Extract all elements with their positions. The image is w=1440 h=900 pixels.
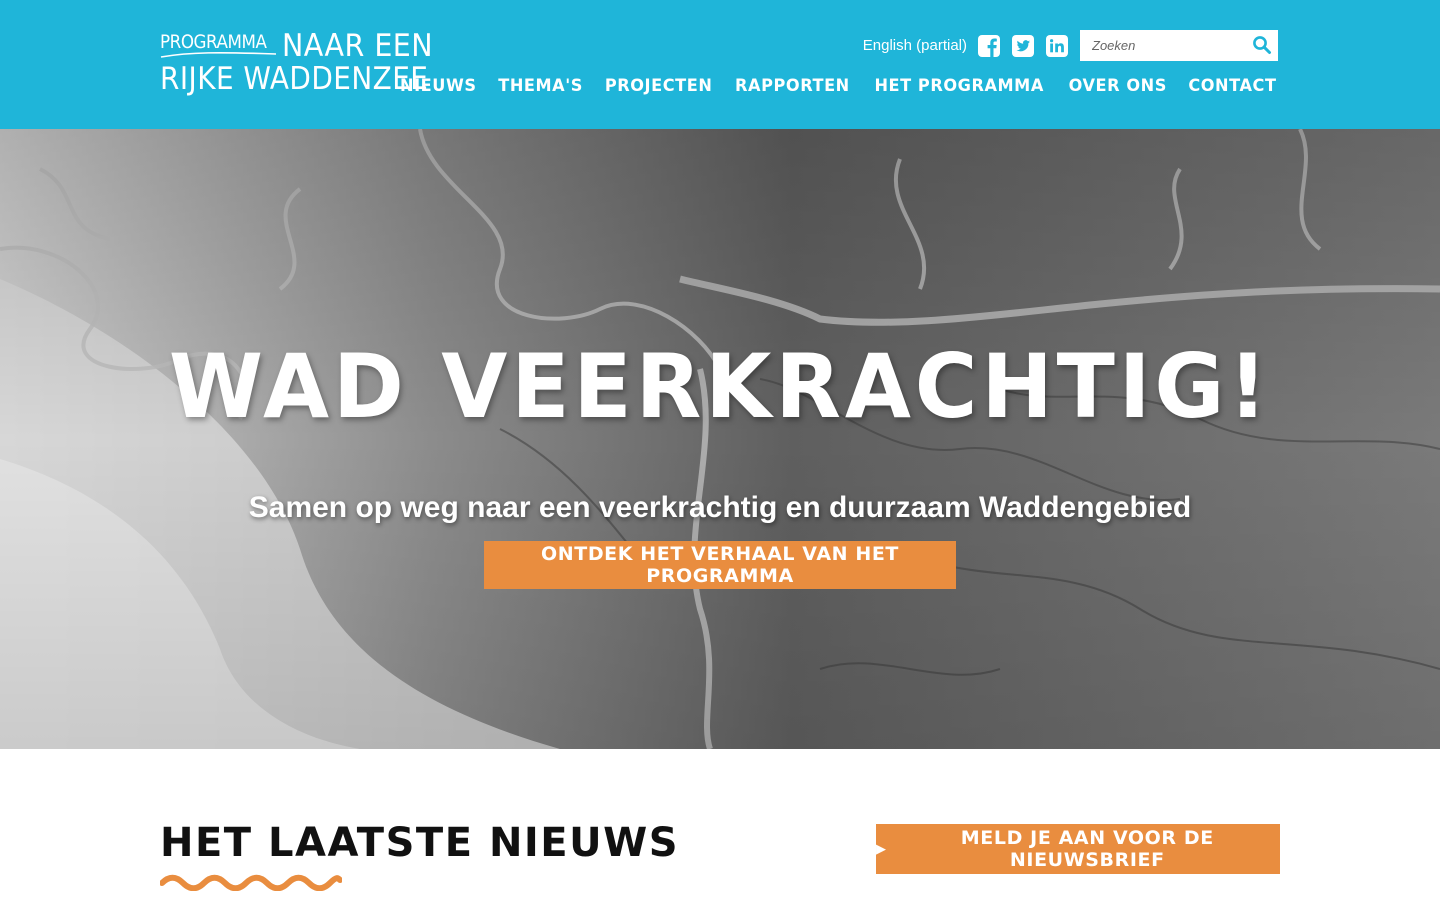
- news-section-title: Het laatste nieuws: [160, 820, 680, 866]
- twitter-icon[interactable]: [1011, 34, 1035, 58]
- wave-divider: [160, 874, 342, 891]
- search-input[interactable]: [1080, 30, 1278, 61]
- nav-item-contact[interactable]: Contact: [1188, 76, 1276, 96]
- nav-item-rapporten[interactable]: Rapporten: [736, 76, 851, 96]
- header-topbar: English (partial): [863, 30, 1278, 61]
- nav-item-nieuws[interactable]: Nieuws: [400, 76, 477, 96]
- caret-right-icon: ▶: [876, 841, 887, 857]
- logo-swash: [160, 51, 277, 58]
- facebook-icon[interactable]: [977, 34, 1001, 58]
- nav-item-themas[interactable]: Thema's: [498, 76, 583, 96]
- hero-subtitle: Samen op weg naar een veerkrachtig en du…: [248, 491, 1192, 524]
- hero-banner: Wad veerkrachtig! Samen op weg naar een …: [0, 129, 1440, 749]
- newsletter-signup-button[interactable]: ▶ Meld je aan voor de nieuwsbrief: [876, 824, 1280, 874]
- logo-programma-text: PROGRAMMA: [160, 31, 267, 53]
- logo-naar-een-text: NAAR EEN: [282, 28, 434, 64]
- main-nav: Nieuws Thema's Projecten Rapporten Het p…: [381, 76, 1279, 96]
- language-link[interactable]: English (partial): [863, 37, 967, 54]
- site-header: PROGRAMMA NAAR EEN RIJKE WADDENZEE Engli…: [0, 0, 1440, 129]
- search-box: [1080, 30, 1278, 61]
- hero-title: Wad veerkrachtig!: [168, 335, 1272, 438]
- discover-story-button[interactable]: Ontdek het verhaal van het programma: [484, 541, 956, 589]
- newsletter-button-label: Meld je aan voor de nieuwsbrief: [960, 827, 1214, 871]
- nav-item-projecten[interactable]: Projecten: [605, 76, 713, 96]
- search-icon[interactable]: [1252, 35, 1272, 55]
- nav-item-over-ons[interactable]: Over ons: [1068, 76, 1166, 96]
- hero-background-image: [0, 129, 1440, 749]
- linkedin-icon[interactable]: [1045, 34, 1069, 58]
- nav-item-het-programma[interactable]: Het programma: [875, 76, 1044, 96]
